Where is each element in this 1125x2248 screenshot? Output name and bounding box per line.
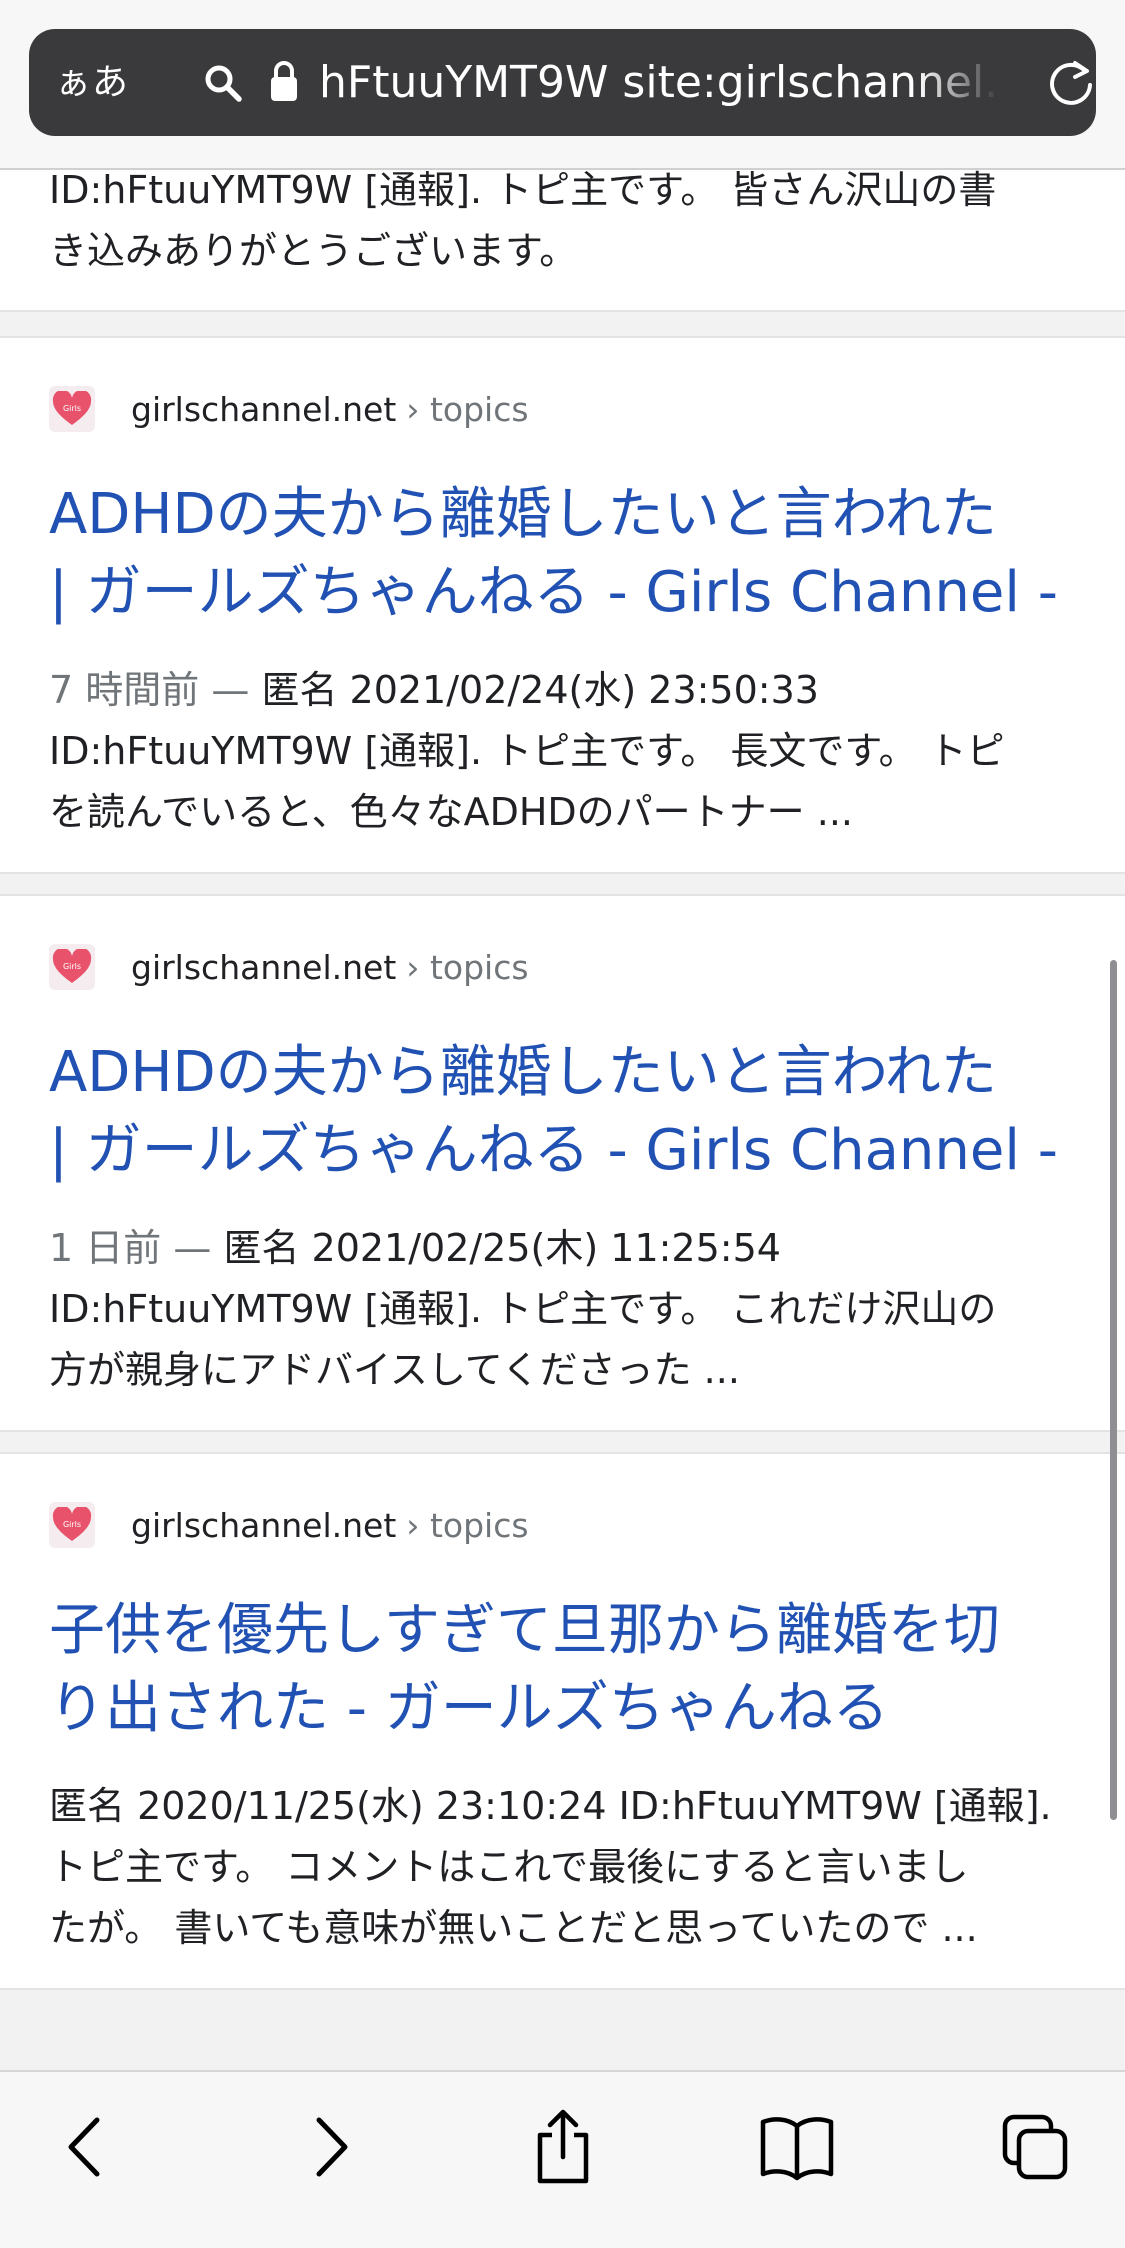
vertical-scrollbar[interactable] [1110,960,1117,1820]
forward-button[interactable] [284,2102,374,2192]
aa-label: ぁあ [55,62,130,103]
snippet-line: ID:hFtuuYMT9W [通報]. トピ主です。 皆さん沢山の書 [49,168,997,212]
chevron-left-icon [68,2117,100,2177]
result-date: 7 時間前 — [49,668,250,712]
site-favicon-icon: Girls [49,386,95,432]
site-path: › topics [406,389,529,429]
snippet-line: たが。 書いても意味が無いことだと思っていたので ... [49,1906,978,1950]
site-path: › topics [406,1505,529,1545]
url-bar[interactable]: ぁあ hFtuuYMT9W site:girlschannel.net [29,29,1096,136]
title-line: | ガールズちゃんねる - Girls Channel - [49,1118,1058,1183]
snippet-line: を読んでいると、色々なADHDのパートナー ... [49,790,853,834]
result-snippet: 7 時間前 — 匿名 2021/02/24(水) 23:50:33 ID:hFt… [49,660,1079,843]
result-site-row[interactable]: Girls girlschannel.net › topics [49,384,529,434]
chevron-right-icon [316,2117,348,2177]
url-text[interactable]: hFtuuYMT9W site:girlschannel.net [319,29,999,136]
title-line: ADHDの夫から離婚したいと言われた [49,482,997,547]
browser-page: ぁあ hFtuuYMT9W site:girlschannel.net ID:h… [0,0,1125,2248]
result-title-link[interactable]: ADHDの夫から離婚したいと言われた | ガールズちゃんねる - Girls C… [49,1034,1099,1190]
share-button[interactable] [518,2102,608,2192]
result-site-row[interactable]: Girls girlschannel.net › topics [49,942,529,992]
bookmarks-button[interactable] [752,2102,842,2192]
result-title-link[interactable]: ADHDの夫から離婚したいと言われた | ガールズちゃんねる - Girls C… [49,476,1099,632]
snippet-line: 匿名 2021/02/25(木) 11:25:54 [223,1226,781,1270]
result-date: 1 日前 — [49,1226,212,1270]
site-name: girlschannel.net [131,947,397,987]
tabs-icon [1002,2114,1068,2180]
snippet-line: 方が親身にアドバイスしてくださった ... [49,1348,740,1392]
site-path: › topics [406,947,529,987]
book-icon [760,2117,834,2181]
result-card[interactable]: Girls girlschannel.net › topics ADHDの夫から… [0,336,1125,874]
tabs-button[interactable] [990,2102,1080,2192]
result-snippet: ID:hFtuuYMT9W [通報]. トピ主です。 皆さん沢山の書 き込みあり… [49,160,1079,282]
reload-icon[interactable] [1045,57,1097,109]
result-snippet: 1 日前 — 匿名 2021/02/25(木) 11:25:54 ID:hFtu… [49,1218,1079,1401]
favicon-label: Girls [63,1520,81,1529]
snippet-line: 匿名 2021/02/24(水) 23:50:33 [261,668,819,712]
snippet-line: トピ主です。 コメントはこれで最後にすると言いまし [49,1845,969,1889]
page-settings-button[interactable]: ぁあ [55,29,129,136]
result-snippet: 匿名 2020/11/25(水) 23:10:24 ID:hFtuuYMT9W … [49,1776,1079,1959]
site-favicon-icon: Girls [49,944,95,990]
result-card[interactable]: Girls girlschannel.net › topics 子供を優先しすぎ… [0,1452,1125,1990]
bottom-toolbar [0,2070,1125,2248]
search-icon [205,65,242,102]
snippet-line: き込みありがとうございます。 [49,229,578,273]
back-button[interactable] [42,2102,132,2192]
result-title-link[interactable]: 子供を優先しすぎて旦那から離婚を切 り出された - ガールズちゃんねる [49,1592,1099,1748]
site-favicon-icon: Girls [49,1502,95,1548]
title-line: り出された - ガールズちゃんねる [49,1676,889,1741]
snippet-line: ID:hFtuuYMT9W [通報]. トピ主です。 これだけ沢山の [49,1287,997,1331]
share-icon [537,2109,589,2184]
favicon-label: Girls [63,962,81,971]
lock-icon [271,61,297,101]
favicon-label: Girls [63,404,81,413]
address-bar-area: ぁあ hFtuuYMT9W site:girlschannel.net [0,0,1125,170]
result-site-row[interactable]: Girls girlschannel.net › topics [49,1500,529,1550]
snippet-line: ID:hFtuuYMT9W [通報]. トピ主です。 長文です。 トピ [49,729,1005,773]
title-line: ADHDの夫から離婚したいと言われた [49,1040,997,1105]
title-line: | ガールズちゃんねる - Girls Channel - [49,560,1058,625]
snippet-line: 匿名 2020/11/25(水) 23:10:24 ID:hFtuuYMT9W … [49,1784,1052,1828]
site-name: girlschannel.net [131,389,397,429]
result-card[interactable]: Girls girlschannel.net › topics ADHDの夫から… [0,894,1125,1432]
site-name: girlschannel.net [131,1505,397,1545]
title-line: 子供を優先しすぎて旦那から離婚を切 [49,1598,1000,1663]
